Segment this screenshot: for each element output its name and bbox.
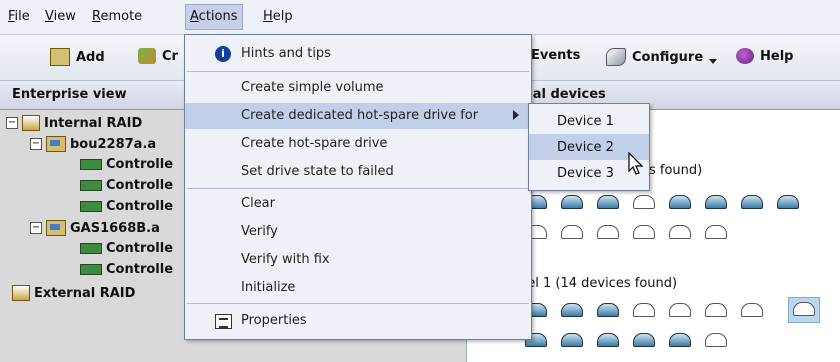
disk-icon[interactable] bbox=[561, 303, 583, 317]
add-server-icon bbox=[50, 48, 70, 66]
mouse-cursor-icon bbox=[628, 152, 644, 175]
controller-icon bbox=[80, 159, 102, 170]
menu-item-initialize[interactable]: Initialize bbox=[185, 275, 531, 301]
disk-icon[interactable] bbox=[705, 225, 727, 239]
disk-icon[interactable] bbox=[633, 225, 655, 239]
collapse-icon[interactable]: − bbox=[30, 222, 42, 234]
raid-icon bbox=[22, 115, 40, 131]
menu-remote[interactable]: Remote bbox=[92, 9, 142, 24]
menu-item-create-dedicated-hot-spare[interactable]: Create dedicated hot-spare drive for bbox=[185, 103, 531, 129]
controller-icon bbox=[80, 180, 102, 191]
disk-icon[interactable] bbox=[561, 333, 583, 347]
disk-icon[interactable] bbox=[705, 333, 727, 347]
tree-item-server[interactable]: − bou2287a.a bbox=[30, 136, 156, 152]
channel-0-label: s found) bbox=[649, 163, 703, 178]
submenu-arrow-icon bbox=[513, 110, 519, 120]
wrench-icon bbox=[606, 48, 626, 66]
configure-dropdown-icon[interactable] bbox=[709, 58, 718, 64]
disk-icon[interactable] bbox=[561, 225, 583, 239]
create-icon bbox=[138, 48, 156, 64]
tree-item-controller[interactable]: Controlle bbox=[80, 178, 173, 193]
server-icon bbox=[46, 136, 66, 152]
disk-icon[interactable] bbox=[597, 333, 619, 347]
disk-icon[interactable] bbox=[793, 302, 815, 316]
disk-icon[interactable] bbox=[633, 333, 655, 347]
menu-separator bbox=[187, 71, 529, 72]
help-button[interactable]: Help bbox=[736, 48, 793, 64]
menu-item-verify[interactable]: Verify bbox=[185, 219, 531, 245]
menu-separator bbox=[187, 303, 529, 304]
menu-help[interactable]: Help bbox=[263, 9, 293, 24]
tree-item-internal-raid[interactable]: − Internal RAID bbox=[6, 115, 142, 131]
menu-item-create-simple-volume[interactable]: Create simple volume bbox=[185, 75, 531, 101]
tree-item-controller[interactable]: Controlle bbox=[80, 199, 173, 214]
disk-icon[interactable] bbox=[777, 195, 799, 209]
add-button-label: Add bbox=[76, 49, 105, 65]
tree-item-controller[interactable]: Controlle bbox=[80, 262, 173, 277]
collapse-icon[interactable]: − bbox=[30, 138, 42, 150]
submenu-item-device-1[interactable]: Device 1 bbox=[529, 108, 649, 134]
menu-item-verify-with-fix[interactable]: Verify with fix bbox=[185, 247, 531, 273]
disk-icon[interactable] bbox=[741, 303, 763, 317]
disk-icon[interactable] bbox=[669, 333, 691, 347]
tree-item-controller[interactable]: Controlle bbox=[80, 241, 173, 256]
properties-icon bbox=[215, 314, 232, 329]
hot-spare-device-submenu: Device 1 Device 2 Device 3 bbox=[528, 103, 650, 191]
menu-file[interactable]: File bbox=[8, 9, 30, 24]
menu-item-set-drive-failed[interactable]: Set drive state to failed bbox=[185, 159, 531, 185]
menu-item-clear[interactable]: Clear bbox=[185, 191, 531, 217]
menu-view[interactable]: View bbox=[45, 9, 76, 24]
menubar: File View Remote Actions Help bbox=[0, 0, 840, 35]
events-button[interactable]: Events bbox=[531, 48, 580, 63]
disk-icon[interactable] bbox=[741, 195, 763, 209]
create-button-label: Cr bbox=[162, 48, 178, 64]
disk-icon[interactable] bbox=[597, 225, 619, 239]
configure-button[interactable]: Configure bbox=[606, 48, 718, 66]
disk-icon[interactable] bbox=[561, 195, 583, 209]
create-button[interactable]: Cr bbox=[138, 48, 178, 64]
tree-item-server[interactable]: − GAS1668B.a bbox=[30, 220, 160, 236]
channel-1-label: nel 1 (14 devices found) bbox=[519, 276, 678, 291]
disk-icon[interactable] bbox=[597, 303, 619, 317]
controller-icon bbox=[80, 201, 102, 212]
server-icon bbox=[46, 220, 66, 236]
actions-menu: i Hints and tips Create simple volume Cr… bbox=[184, 34, 532, 340]
disk-icon[interactable] bbox=[669, 303, 691, 317]
disk-icon[interactable] bbox=[633, 303, 655, 317]
events-button-label: Events bbox=[531, 48, 581, 63]
help-button-label: Help bbox=[760, 48, 794, 64]
disk-icon[interactable] bbox=[633, 195, 655, 209]
add-button[interactable]: Add bbox=[50, 48, 105, 66]
help-icon bbox=[736, 48, 754, 64]
controller-icon bbox=[80, 264, 102, 275]
menu-separator bbox=[187, 188, 529, 189]
disk-icon[interactable] bbox=[669, 195, 691, 209]
disk-icon[interactable] bbox=[705, 303, 727, 317]
menu-item-hints-and-tips[interactable]: i Hints and tips bbox=[185, 41, 531, 67]
disk-icon[interactable] bbox=[669, 225, 691, 239]
disk-icon[interactable] bbox=[705, 195, 727, 209]
collapse-icon[interactable]: − bbox=[6, 117, 18, 129]
disk-icon[interactable] bbox=[597, 195, 619, 209]
info-icon: i bbox=[215, 46, 231, 62]
menu-actions[interactable]: Actions bbox=[185, 4, 243, 30]
controller-icon bbox=[80, 243, 102, 254]
raid-icon bbox=[12, 285, 30, 301]
tree-item-controller[interactable]: Controlle bbox=[80, 157, 173, 172]
menu-item-properties[interactable]: Properties bbox=[185, 308, 531, 334]
configure-button-label: Configure bbox=[632, 49, 704, 65]
menu-item-create-hot-spare[interactable]: Create hot-spare drive bbox=[185, 131, 531, 157]
tree-item-external-raid[interactable]: External RAID bbox=[12, 285, 135, 301]
